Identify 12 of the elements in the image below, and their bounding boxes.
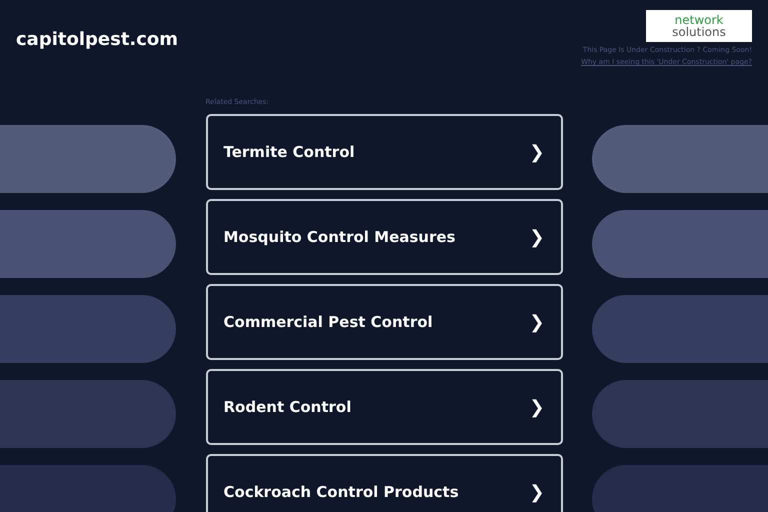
chevron-right-icon: ❯ <box>529 482 544 502</box>
related-search-link[interactable]: Commercial Pest Control ❯ <box>206 284 562 360</box>
chevron-right-icon: ❯ <box>529 312 544 332</box>
chevron-right-icon: ❯ <box>529 396 544 418</box>
chevron-right-icon: ❯ <box>529 142 544 162</box>
related-search-link[interactable]: Rodent Control ❯ <box>206 369 562 445</box>
related-search-link[interactable]: Cockroach Control Products ❯ <box>206 454 562 512</box>
chevron-right-icon: ❯ <box>529 226 544 248</box>
site-domain: capitolpest.com <box>16 29 178 51</box>
related-search-link[interactable]: Termite Control ❯ <box>206 114 562 190</box>
related-search-link[interactable]: Mosquito Control Measures ❯ <box>206 199 562 275</box>
network-solutions-logo[interactable]: network solutions <box>646 10 752 42</box>
